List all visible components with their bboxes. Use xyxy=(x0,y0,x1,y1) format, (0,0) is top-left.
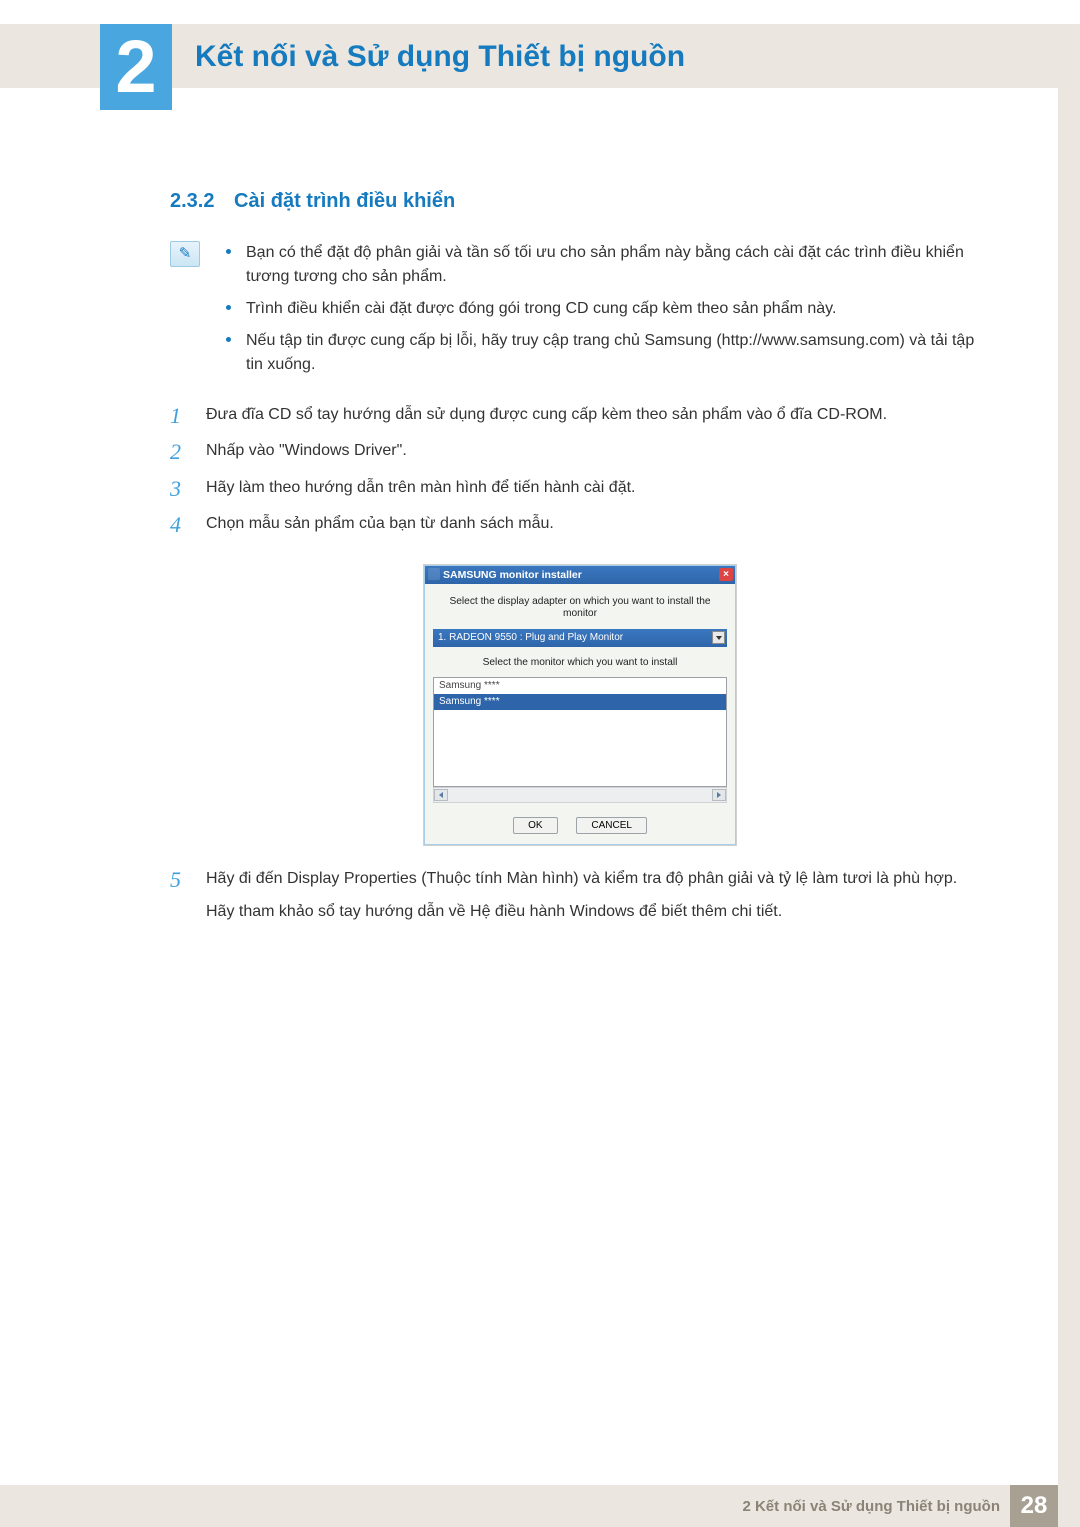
step-number: 3 xyxy=(170,476,188,502)
list-item[interactable]: Samsung **** xyxy=(434,678,726,694)
steps-list: 1 Đưa đĩa CD sổ tay hướng dẫn sử dụng đư… xyxy=(170,403,990,539)
dialog-actions: OK CANCEL xyxy=(433,817,727,834)
step-item: 1 Đưa đĩa CD sổ tay hướng dẫn sử dụng đư… xyxy=(170,403,990,429)
adapter-dropdown[interactable]: 1. RADEON 9550 : Plug and Play Monitor xyxy=(433,629,727,647)
chevron-down-icon xyxy=(712,631,725,644)
note-item: Nếu tập tin được cung cấp bị lỗi, hãy tr… xyxy=(226,329,990,377)
cancel-button[interactable]: CANCEL xyxy=(576,817,647,834)
step-text: Chọn mẫu sản phẩm của bạn từ danh sách m… xyxy=(206,512,990,538)
step-text: Hãy làm theo hướng dẫn trên màn hình để … xyxy=(206,476,990,502)
step-text: Nhấp vào "Windows Driver". xyxy=(206,439,990,465)
chapter-number: 2 xyxy=(115,30,156,104)
footer-chapter-label: 2 Kết nối và Sử dụng Thiết bị nguồn xyxy=(742,1485,1000,1527)
dialog-titlebar: SAMSUNG monitor installer × xyxy=(425,566,735,585)
steps-list-cont: 5 Hãy đi đến Display Properties (Thuộc t… xyxy=(170,867,990,925)
dialog-body: Select the display adapter on which you … xyxy=(425,584,735,844)
step-number: 4 xyxy=(170,512,188,538)
dialog-title: SAMSUNG monitor installer xyxy=(443,569,582,581)
adapter-dropdown-value: 1. RADEON 9550 : Plug and Play Monitor xyxy=(438,632,623,643)
notes-list: Bạn có thể đặt độ phân giải và tần số tố… xyxy=(226,241,990,385)
page-title: Kết nối và Sử dụng Thiết bị nguồn xyxy=(195,40,685,74)
monitor-listbox[interactable]: Samsung **** Samsung **** xyxy=(433,677,727,787)
installer-dialog-wrap: SAMSUNG monitor installer × Select the d… xyxy=(170,565,990,845)
dialog-instruction-1: Select the display adapter on which you … xyxy=(433,596,727,620)
step-item: 2 Nhấp vào "Windows Driver". xyxy=(170,439,990,465)
right-side-strip xyxy=(1058,24,1080,1527)
scroll-right-icon[interactable] xyxy=(712,789,726,801)
section-heading: 2.3.2 Cài đặt trình điều khiển xyxy=(170,190,990,213)
step-number: 1 xyxy=(170,403,188,429)
note-item: Bạn có thể đặt độ phân giải và tần số tố… xyxy=(226,241,990,289)
step-text-main: Hãy đi đến Display Properties (Thuộc tín… xyxy=(206,867,990,892)
step-item: 4 Chọn mẫu sản phẩm của bạn từ danh sách… xyxy=(170,512,990,538)
list-item[interactable]: Samsung **** xyxy=(434,694,726,710)
step-number: 5 xyxy=(170,867,188,925)
note-icon xyxy=(170,241,200,267)
step-item: 5 Hãy đi đến Display Properties (Thuộc t… xyxy=(170,867,990,925)
dialog-instruction-2: Select the monitor which you want to ins… xyxy=(433,657,727,669)
section-title: Cài đặt trình điều khiển xyxy=(234,190,455,212)
scroll-left-icon[interactable] xyxy=(434,789,448,801)
installer-dialog: SAMSUNG monitor installer × Select the d… xyxy=(424,565,736,845)
close-icon[interactable]: × xyxy=(719,568,733,581)
ok-button[interactable]: OK xyxy=(513,817,557,834)
step-text: Hãy đi đến Display Properties (Thuộc tín… xyxy=(206,867,990,925)
section-number: 2.3.2 xyxy=(170,190,214,212)
notes-block: Bạn có thể đặt độ phân giải và tần số tố… xyxy=(170,241,990,385)
app-icon xyxy=(428,568,440,580)
page-content: 2.3.2 Cài đặt trình điều khiển Bạn có th… xyxy=(170,190,990,934)
step-text: Đưa đĩa CD sổ tay hướng dẫn sử dụng được… xyxy=(206,403,990,429)
chapter-number-box: 2 xyxy=(100,24,172,110)
note-item: Trình điều khiển cài đặt được đóng gói t… xyxy=(226,297,990,321)
footer-page-number: 28 xyxy=(1010,1485,1058,1527)
step-item: 3 Hãy làm theo hướng dẫn trên màn hình đ… xyxy=(170,476,990,502)
step-number: 2 xyxy=(170,439,188,465)
horizontal-scrollbar[interactable] xyxy=(433,787,727,803)
step-subtext: Hãy tham khảo sổ tay hướng dẫn về Hệ điề… xyxy=(206,900,990,925)
